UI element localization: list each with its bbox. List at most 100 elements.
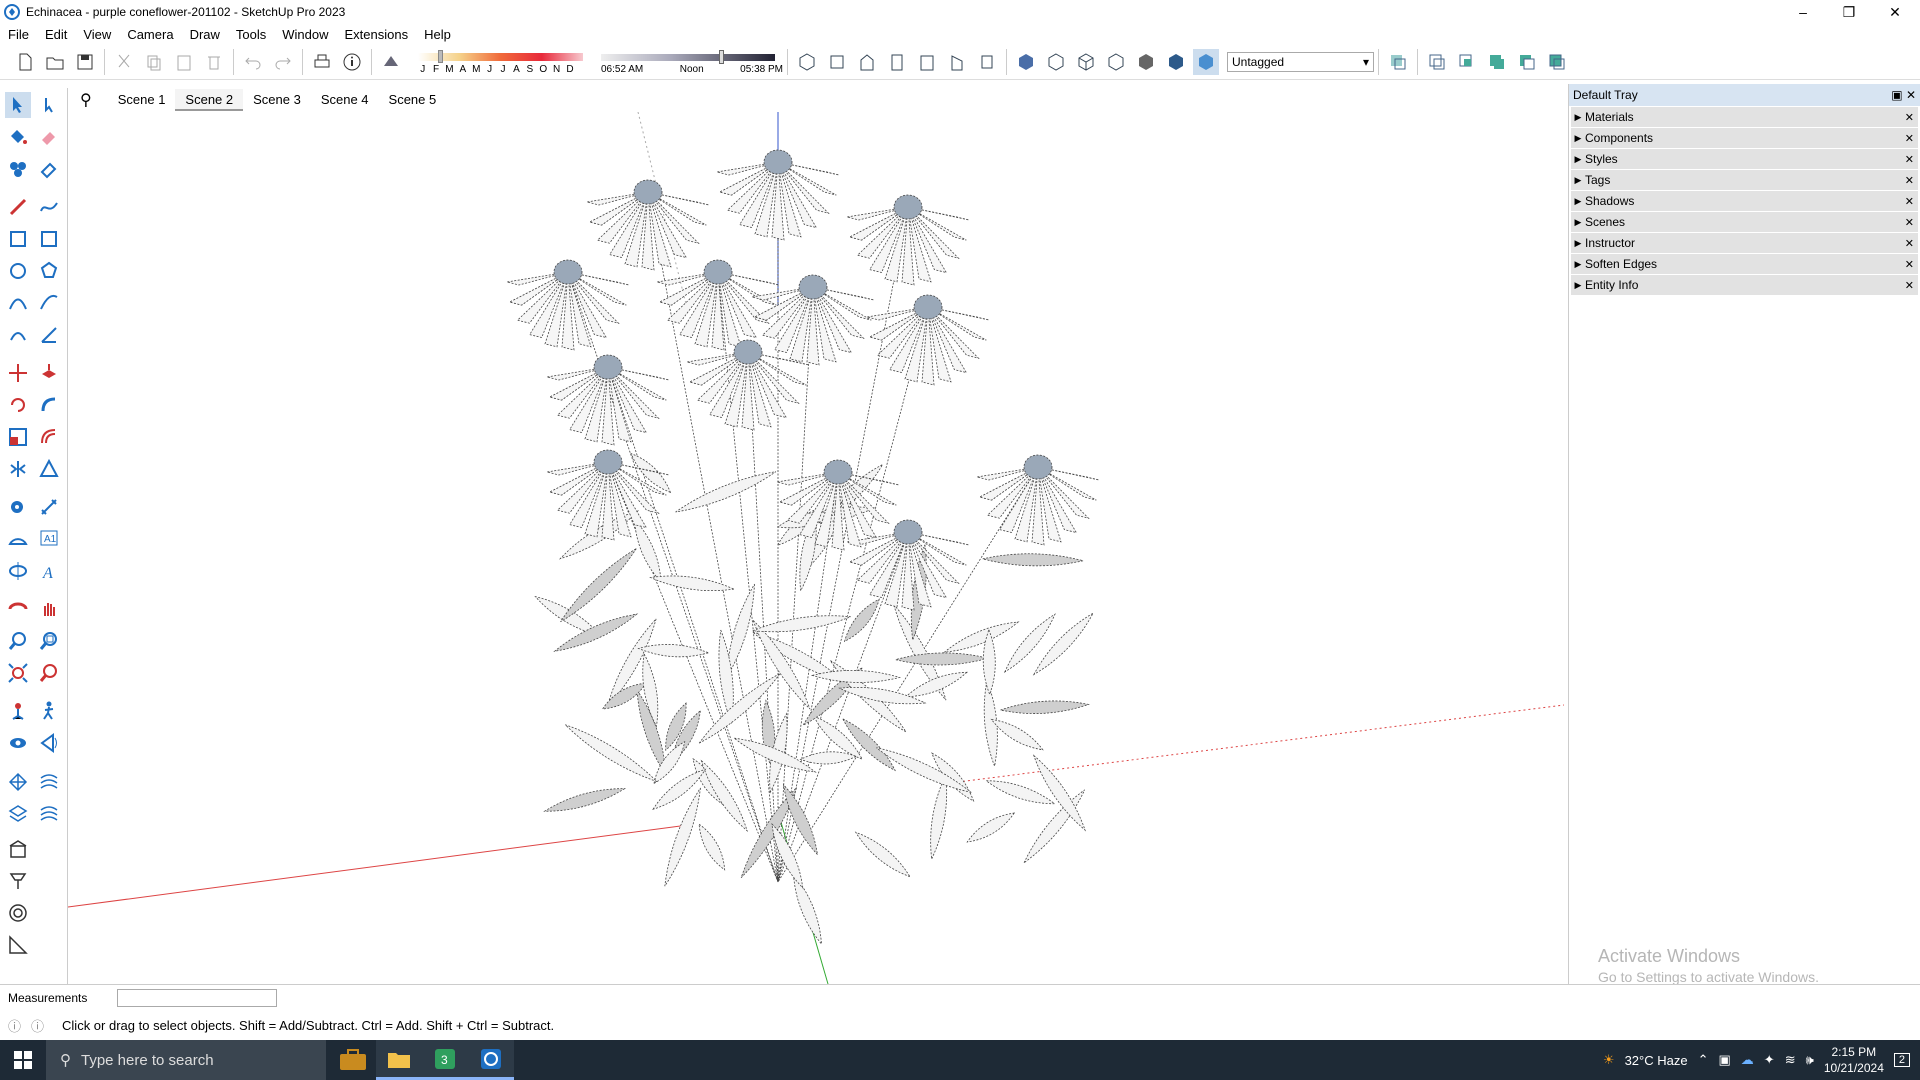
flip-tool-icon[interactable] [5, 456, 31, 482]
tag-dropdown[interactable]: Untagged ▾ [1227, 51, 1374, 72]
start-windows-icon[interactable] [0, 1040, 46, 1080]
close-icon[interactable]: ✕ [1905, 237, 1914, 250]
sandbox-from-contours-icon[interactable] [5, 768, 31, 794]
file-explorer-icon[interactable] [376, 1040, 422, 1080]
notifications-badge[interactable]: 2 [1893, 1053, 1910, 1067]
onedrive-cloud-icon[interactable]: ☁ [1741, 1052, 1754, 1068]
menu-tools[interactable]: Tools [228, 27, 274, 42]
copy-icon[interactable] [141, 49, 167, 75]
section-plane-icon[interactable] [1385, 49, 1411, 75]
tab-scene-4[interactable]: Scene 4 [311, 89, 379, 111]
rotate-tool-icon[interactable] [5, 392, 31, 418]
position-camera-icon[interactable] [5, 698, 31, 724]
eraser-alt-icon[interactable] [36, 156, 62, 182]
sketchup-app-icon[interactable] [468, 1040, 514, 1080]
sandbox-scratch-icon[interactable] [36, 768, 62, 794]
walk-tool-icon[interactable] [36, 698, 62, 724]
tab-scene-5[interactable]: Scene 5 [379, 89, 447, 111]
paint-bucket-icon[interactable] [5, 124, 31, 150]
arc-tool-icon[interactable] [5, 290, 31, 316]
wireframe-style-icon[interactable] [1073, 49, 1099, 75]
geo-location-icon[interactable]: ⓘ [8, 1016, 21, 1035]
3d-viewport[interactable] [68, 112, 1564, 984]
3d-text-icon[interactable]: A [36, 558, 62, 584]
iso-view-icon[interactable] [794, 49, 820, 75]
weather-icon[interactable]: ☀ [1603, 1052, 1615, 1068]
shadows-toggle-icon[interactable] [378, 49, 404, 75]
rotated-rectangle-icon[interactable] [36, 226, 62, 252]
cut-icon[interactable] [111, 49, 137, 75]
left-view-icon[interactable] [944, 49, 970, 75]
tray-item-tags[interactable]: ▶ Tags ✕ [1571, 170, 1918, 190]
tab-scene-3[interactable]: Scene 3 [243, 89, 311, 111]
shadow-date-slider[interactable]: J F M A M J J A S O N D [412, 47, 587, 77]
coneflower-model[interactable] [68, 112, 1564, 984]
follow-me-icon[interactable] [36, 392, 62, 418]
orbit-tool-icon[interactable] [5, 596, 31, 622]
tray-item-scenes[interactable]: ▶ Scenes ✕ [1571, 212, 1918, 232]
polygon-tool-icon[interactable] [36, 258, 62, 284]
freehand-tool-icon[interactable] [36, 194, 62, 220]
time-slider-thumb[interactable] [719, 49, 724, 64]
solid-union-icon[interactable] [1484, 49, 1510, 75]
solid-trim-icon[interactable] [1544, 49, 1570, 75]
redo-icon[interactable] [270, 49, 296, 75]
close-icon[interactable]: ✕ [1905, 174, 1914, 187]
credits-icon[interactable]: ⓘ [31, 1016, 44, 1035]
tray-item-soften-edges[interactable]: ▶ Soften Edges ✕ [1571, 254, 1918, 274]
camtasia-app-icon[interactable]: 3 [422, 1040, 468, 1080]
select-arrow-icon[interactable] [5, 92, 31, 118]
close-icon[interactable]: ✕ [1905, 153, 1914, 166]
tray-item-materials[interactable]: ▶ Materials ✕ [1571, 107, 1918, 127]
eraser-icon[interactable] [36, 124, 62, 150]
wifi-icon[interactable]: ≋ [1785, 1052, 1796, 1068]
menu-file[interactable]: File [0, 27, 37, 42]
three-point-arc-icon[interactable] [5, 322, 31, 348]
menu-camera[interactable]: Camera [119, 27, 181, 42]
close-icon[interactable]: ✕ [1905, 258, 1914, 271]
back-view-icon[interactable] [914, 49, 940, 75]
model-info-icon[interactable] [339, 49, 365, 75]
open-folder-icon[interactable] [42, 49, 68, 75]
back-edges-style-icon[interactable] [1043, 49, 1069, 75]
menu-edit[interactable]: Edit [37, 27, 75, 42]
trimble-connect-icon[interactable] [5, 900, 31, 926]
front-view-icon[interactable] [854, 49, 880, 75]
smoove-icon[interactable] [5, 800, 31, 826]
pan-tool-icon[interactable] [36, 596, 62, 622]
circle-tool-icon[interactable] [5, 258, 31, 284]
push-pull-icon[interactable] [36, 360, 62, 386]
close-icon[interactable]: ✕ [1905, 195, 1914, 208]
volume-icon[interactable]: 🕪 [1806, 1052, 1814, 1068]
tab-scene-1[interactable]: Scene 1 [108, 89, 176, 111]
briefcase-app-icon[interactable] [330, 1040, 376, 1080]
close-icon[interactable]: ✕ [1905, 216, 1914, 229]
zoom-window-icon[interactable] [36, 628, 62, 654]
menu-view[interactable]: View [75, 27, 119, 42]
tray-item-entity-info[interactable]: ▶ Entity Info ✕ [1571, 275, 1918, 295]
minimize-button[interactable]: – [1780, 0, 1826, 24]
clock[interactable]: 2:15 PM 10/21/2024 [1824, 1044, 1884, 1076]
lasso-select-icon[interactable] [36, 92, 62, 118]
hidden-line-style-icon[interactable] [1103, 49, 1129, 75]
axes-tool-icon[interactable] [5, 558, 31, 584]
tray-item-styles[interactable]: ▶ Styles ✕ [1571, 149, 1918, 169]
maximize-button[interactable]: ❐ [1826, 0, 1872, 24]
paste-icon[interactable] [171, 49, 197, 75]
date-slider-thumb[interactable] [438, 49, 443, 63]
undo-icon[interactable] [240, 49, 266, 75]
close-button[interactable]: ✕ [1872, 0, 1918, 24]
look-around-icon[interactable] [5, 730, 31, 756]
components-icon[interactable] [5, 156, 31, 182]
meet-now-icon[interactable]: ▣ [1719, 1052, 1731, 1068]
close-icon[interactable]: ✕ [1905, 111, 1914, 124]
zoom-tool-icon[interactable] [5, 628, 31, 654]
top-view-icon[interactable] [824, 49, 850, 75]
save-icon[interactable] [72, 49, 98, 75]
dimension-tool-icon[interactable] [36, 494, 62, 520]
erase-icon[interactable] [201, 49, 227, 75]
menu-window[interactable]: Window [274, 27, 336, 42]
protractor-icon[interactable] [5, 526, 31, 552]
tray-item-shadows[interactable]: ▶ Shadows ✕ [1571, 191, 1918, 211]
extension-warehouse-icon[interactable] [5, 868, 31, 894]
